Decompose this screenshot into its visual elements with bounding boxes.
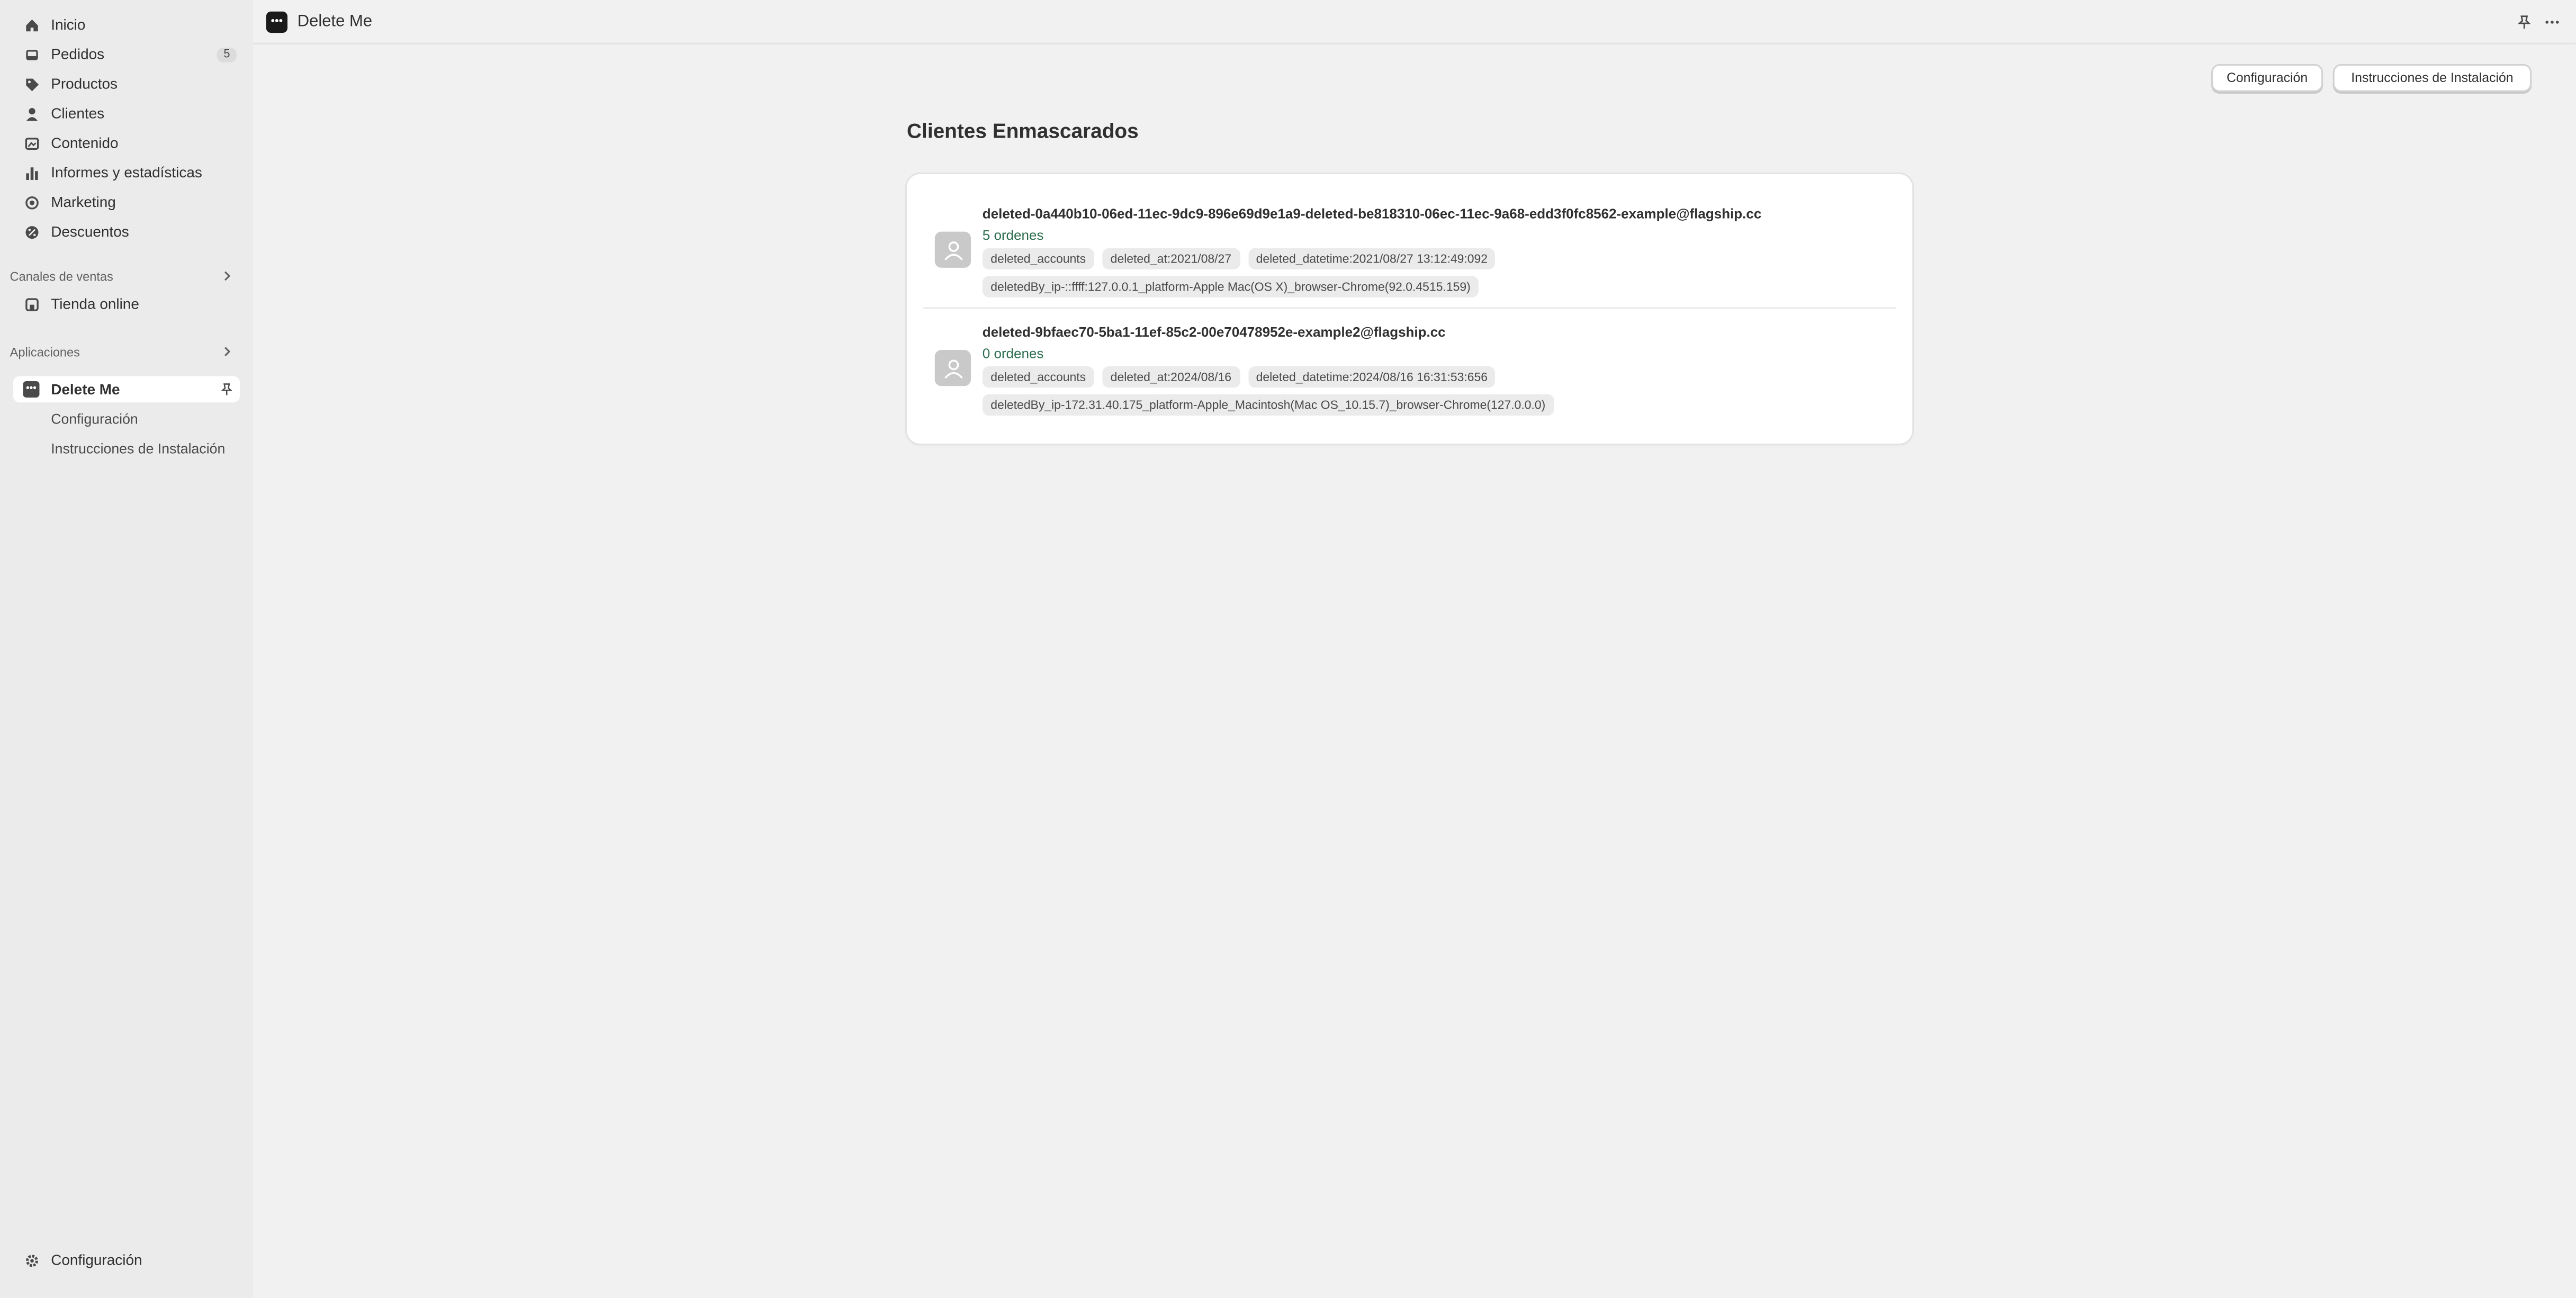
sidebar-item-contenido[interactable]: Contenido bbox=[13, 130, 240, 156]
app-topbar: ••• Delete Me bbox=[253, 0, 2576, 44]
sales-channels-header[interactable]: Canales de ventas bbox=[10, 265, 240, 287]
discount-icon bbox=[23, 223, 39, 240]
chevron-right-icon bbox=[224, 271, 231, 281]
pin-icon[interactable] bbox=[220, 383, 233, 396]
content-icon bbox=[23, 134, 39, 151]
sidebar-item-label: Pedidos bbox=[51, 46, 105, 62]
sidebar-item-informes[interactable]: Informes y estadísticas bbox=[13, 159, 240, 186]
tag-list: deleted_accounts deleted_at:2024/08/16 d… bbox=[982, 366, 1496, 388]
sidebar-item-label: Configuración bbox=[51, 1251, 142, 1268]
orders-count-badge: 5 bbox=[217, 47, 237, 62]
sidebar-item-tienda-online[interactable]: Tienda online bbox=[13, 291, 240, 317]
app-title: Delete Me bbox=[297, 12, 373, 31]
sidebar-item-settings[interactable]: Configuración bbox=[13, 1247, 240, 1273]
gear-icon bbox=[23, 1252, 39, 1268]
masked-customers-card: deleted-0a440b10-06ed-11ec-9dc9-896e69d9… bbox=[907, 174, 1913, 444]
bar-chart-icon bbox=[23, 164, 39, 181]
section-label: Canales de ventas bbox=[10, 268, 113, 284]
tag: deletedBy_ip-172.31.40.175_platform-Appl… bbox=[982, 394, 1554, 416]
avatar bbox=[934, 350, 971, 386]
sidebar-subitem-instrucciones[interactable]: Instrucciones de Instalación bbox=[51, 437, 225, 459]
sidebar-item-productos[interactable]: Productos bbox=[13, 70, 240, 97]
tag-icon bbox=[23, 76, 39, 92]
customer-email[interactable]: deleted-9bfaec70-5ba1-11ef-85c2-00e70478… bbox=[983, 323, 1446, 340]
customer-email[interactable]: deleted-0a440b10-06ed-11ec-9dc9-896e69d9… bbox=[983, 205, 1762, 222]
home-icon bbox=[23, 16, 39, 33]
tag: deleted_at:2024/08/16 bbox=[1102, 366, 1240, 388]
tag-list: deletedBy_ip-172.31.40.175_platform-Appl… bbox=[982, 394, 1554, 416]
sidebar-item-label: Clientes bbox=[51, 105, 105, 122]
customer-orders: 5 ordenes bbox=[982, 227, 1044, 244]
tag: deleted_accounts bbox=[982, 248, 1094, 269]
sidebar-item-marketing[interactable]: Marketing bbox=[13, 189, 240, 215]
pin-icon[interactable] bbox=[2517, 14, 2532, 29]
sidebar-item-label: Informes y estadísticas bbox=[51, 164, 202, 181]
app-dots-icon: ••• bbox=[23, 381, 40, 398]
sidebar-item-inicio[interactable]: Inicio bbox=[13, 12, 240, 38]
person-icon bbox=[943, 358, 962, 378]
sidebar: Inicio Pedidos 5 Productos Clientes Cont… bbox=[0, 0, 253, 1298]
apps-header[interactable]: Aplicaciones bbox=[10, 340, 240, 363]
avatar bbox=[934, 231, 971, 268]
sidebar-item-label: Tienda online bbox=[51, 295, 139, 312]
customer-orders: 0 ordenes bbox=[982, 345, 1044, 362]
sidebar-item-label: Contenido bbox=[51, 134, 119, 151]
app-label: Delete Me bbox=[51, 381, 120, 398]
tag-list: deleted_accounts deleted_at:2021/08/27 d… bbox=[982, 248, 1496, 269]
target-icon bbox=[23, 194, 39, 210]
chevron-right-icon bbox=[224, 347, 231, 356]
config-button[interactable]: Configuración bbox=[2211, 64, 2323, 92]
row-divider bbox=[923, 307, 1896, 309]
tag: deletedBy_ip-::ffff:127.0.0.1_platform-A… bbox=[982, 276, 1479, 298]
tag: deleted_at:2021/08/27 bbox=[1102, 248, 1240, 269]
install-instructions-button[interactable]: Instrucciones de Instalación bbox=[2332, 64, 2532, 92]
section-label: Aplicaciones bbox=[10, 344, 80, 359]
page-title: Clientes Enmascarados bbox=[907, 120, 1139, 143]
sidebar-item-label: Marketing bbox=[51, 194, 116, 211]
tag-list: deletedBy_ip-::ffff:127.0.0.1_platform-A… bbox=[982, 276, 1479, 298]
tag: deleted_datetime:2024/08/16 16:31:53:656 bbox=[1248, 366, 1496, 388]
sidebar-item-label: Descuentos bbox=[51, 223, 129, 240]
person-icon bbox=[943, 240, 962, 260]
sidebar-item-pedidos[interactable]: Pedidos 5 bbox=[13, 41, 240, 68]
sidebar-item-clientes[interactable]: Clientes bbox=[13, 100, 240, 127]
sidebar-item-label: Inicio bbox=[51, 16, 86, 33]
person-icon bbox=[23, 105, 39, 122]
more-actions-icon[interactable] bbox=[2545, 14, 2560, 29]
tag: deleted_datetime:2021/08/27 13:12:49:092 bbox=[1248, 248, 1496, 269]
inbox-icon bbox=[23, 46, 39, 62]
sidebar-subitem-configuracion[interactable]: Configuración bbox=[51, 408, 138, 430]
tag: deleted_accounts bbox=[982, 366, 1094, 388]
app-dots-icon: ••• bbox=[266, 11, 288, 32]
sidebar-item-delete-me[interactable]: ••• Delete Me bbox=[13, 376, 240, 403]
store-icon bbox=[23, 296, 39, 312]
sidebar-item-descuentos[interactable]: Descuentos bbox=[13, 219, 240, 245]
sidebar-item-label: Productos bbox=[51, 75, 118, 92]
